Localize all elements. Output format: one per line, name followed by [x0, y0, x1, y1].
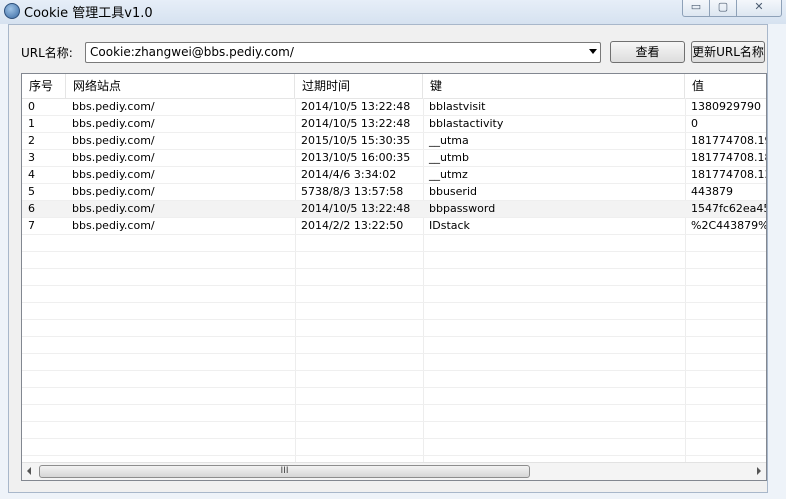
cell-key: __utmb	[429, 151, 469, 164]
empty-row	[22, 235, 766, 252]
cell-key: bbpassword	[429, 202, 496, 215]
cell-index: 3	[28, 151, 35, 164]
cell-value: %2C443879%2	[691, 219, 766, 232]
cell-site: bbs.pediy.com/	[72, 219, 155, 232]
table-row[interactable]: 4 bbs.pediy.com/ 2014/4/6 3:34:02 __utmz…	[22, 167, 766, 184]
horizontal-scrollbar[interactable]: III	[22, 462, 766, 480]
cell-site: bbs.pediy.com/	[72, 202, 155, 215]
cell-value: 1547fc62ea452	[691, 202, 766, 215]
cell-key: __utma	[429, 134, 469, 147]
cell-value: 0	[691, 117, 698, 130]
cell-index: 7	[28, 219, 35, 232]
empty-row	[22, 371, 766, 388]
empty-row	[22, 388, 766, 405]
cell-index: 1	[28, 117, 35, 130]
app-icon	[4, 3, 20, 19]
empty-row	[22, 337, 766, 354]
url-label: URL名称:	[21, 46, 73, 60]
empty-row	[22, 422, 766, 439]
update-url-button[interactable]: 更新URL名称	[691, 41, 765, 63]
cell-site: bbs.pediy.com/	[72, 134, 155, 147]
column-header-index[interactable]: 序号	[22, 74, 66, 98]
title-bar: Cookie 管理工具v1.0 ▭ ▢ ✕	[0, 0, 786, 24]
cell-value: 443879	[691, 185, 733, 198]
column-header-expiry[interactable]: 过期时间	[295, 74, 423, 98]
table-header: 序号 网络站点 过期时间 键 值	[22, 74, 766, 99]
cell-key: IDstack	[429, 219, 470, 232]
url-select-value: Cookie:zhangwei@bbs.pediy.com/	[90, 45, 294, 59]
main-panel: URL名称: Cookie:zhangwei@bbs.pediy.com/ 查看…	[8, 24, 768, 493]
cookie-table[interactable]: 序号 网络站点 过期时间 键 值 0 bbs.pediy.com/ 2014/1…	[21, 73, 767, 481]
cell-expiry: 2014/2/2 13:22:50	[301, 219, 404, 232]
cell-expiry: 2014/4/6 3:34:02	[301, 168, 397, 181]
cell-value: 1380929790	[691, 100, 761, 113]
cell-index: 6	[28, 202, 35, 215]
cell-index: 4	[28, 168, 35, 181]
cell-value: 181774708.1990	[691, 134, 766, 147]
empty-row	[22, 405, 766, 422]
cell-expiry: 2014/10/5 13:22:48	[301, 117, 411, 130]
column-header-site[interactable]: 网络站点	[66, 74, 295, 98]
view-button[interactable]: 查看	[610, 41, 685, 63]
table-row[interactable]: 2 bbs.pediy.com/ 2015/10/5 15:30:35 __ut…	[22, 133, 766, 150]
empty-row	[22, 252, 766, 269]
chevron-down-icon[interactable]	[589, 49, 597, 54]
cell-site: bbs.pediy.com/	[72, 151, 155, 164]
table-row[interactable]: 7 bbs.pediy.com/ 2014/2/2 13:22:50 IDsta…	[22, 218, 766, 235]
empty-row	[22, 303, 766, 320]
table-row[interactable]: 0 bbs.pediy.com/ 2014/10/5 13:22:48 bbla…	[22, 99, 766, 116]
cell-key: bblastvisit	[429, 100, 486, 113]
table-row[interactable]: 5 bbs.pediy.com/ 5738/8/3 13:57:58 bbuse…	[22, 184, 766, 201]
scroll-left-icon[interactable]	[27, 467, 31, 475]
cell-value: 181774708.1380	[691, 168, 766, 181]
empty-row	[22, 320, 766, 337]
cell-expiry: 2015/10/5 15:30:35	[301, 134, 411, 147]
empty-row	[22, 286, 766, 303]
cell-site: bbs.pediy.com/	[72, 185, 155, 198]
url-select[interactable]: Cookie:zhangwei@bbs.pediy.com/	[85, 42, 601, 63]
table-row[interactable]: 3 bbs.pediy.com/ 2013/10/5 16:00:35 __ut…	[22, 150, 766, 167]
empty-row	[22, 269, 766, 286]
cell-index: 0	[28, 100, 35, 113]
column-header-value[interactable]: 值	[685, 74, 766, 98]
cell-site: bbs.pediy.com/	[72, 100, 155, 113]
cell-expiry: 2013/10/5 16:00:35	[301, 151, 411, 164]
close-button[interactable]: ✕	[736, 0, 782, 17]
scroll-right-icon[interactable]	[757, 467, 761, 475]
window-title: Cookie 管理工具v1.0	[24, 6, 153, 21]
cell-site: bbs.pediy.com/	[72, 168, 155, 181]
maximize-button[interactable]: ▢	[709, 0, 737, 17]
table-row[interactable]: 6 bbs.pediy.com/ 2014/10/5 13:22:48 bbpa…	[22, 201, 766, 218]
cell-key: __utmz	[429, 168, 468, 181]
scrollbar-thumb[interactable]: III	[39, 465, 530, 478]
cell-value: 181774708.18.1	[691, 151, 766, 164]
cell-index: 2	[28, 134, 35, 147]
cell-key: bblastactivity	[429, 117, 504, 130]
cell-expiry: 5738/8/3 13:57:58	[301, 185, 404, 198]
cell-expiry: 2014/10/5 13:22:48	[301, 100, 411, 113]
cell-expiry: 2014/10/5 13:22:48	[301, 202, 411, 215]
cell-site: bbs.pediy.com/	[72, 117, 155, 130]
empty-row	[22, 439, 766, 456]
empty-row	[22, 354, 766, 371]
table-row[interactable]: 1 bbs.pediy.com/ 2014/10/5 13:22:48 bbla…	[22, 116, 766, 133]
column-header-key[interactable]: 键	[423, 74, 685, 98]
minimize-button[interactable]: ▭	[682, 0, 710, 17]
cell-key: bbuserid	[429, 185, 477, 198]
cell-index: 5	[28, 185, 35, 198]
